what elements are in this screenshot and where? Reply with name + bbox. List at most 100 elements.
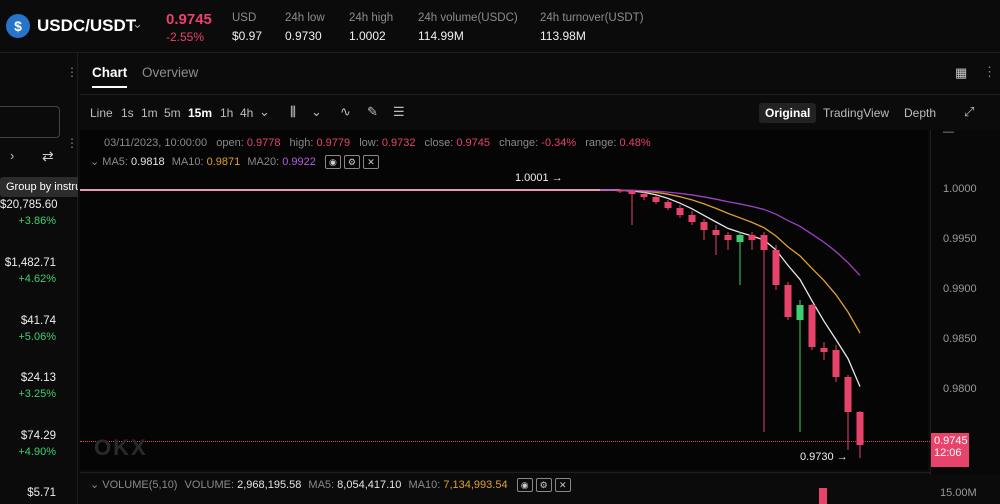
candle-body (688, 215, 696, 222)
ma10-line (599, 189, 861, 334)
change-value: -0.34% (541, 137, 577, 149)
stat-label-volume: 24h volume(USDC) (418, 12, 518, 24)
candlestick-type-icon[interactable]: ⫼ (290, 104, 296, 120)
price-axis[interactable] (930, 130, 1000, 475)
view-depth[interactable]: Depth (904, 106, 936, 120)
ma5-line (599, 189, 861, 387)
sidebar-change-1: +3.86% (18, 215, 56, 227)
chevron-down-icon[interactable]: ⌄ (259, 104, 270, 120)
current-price-value: 0.9745 (934, 435, 968, 447)
y-tick-label: 0.9950 (943, 233, 977, 245)
volume-ma5-label: MA5: (308, 479, 335, 491)
sidebar-price-4: $24.13 (20, 372, 56, 384)
grid-layout-icon[interactable]: ▦ (955, 65, 967, 81)
candle-body (748, 235, 756, 240)
stat-label-high: 24h high (349, 12, 394, 24)
settings-list-icon[interactable]: ☰ (393, 104, 405, 120)
stat-label-low: 24h low (285, 12, 325, 24)
interval-1m[interactable]: 1m (141, 106, 158, 120)
interval-1s[interactable]: 1s (121, 106, 134, 120)
tab-underline (92, 86, 127, 88)
sidebar-change-4: +3.25% (18, 388, 56, 400)
current-price-tag: 0.9745 12:06 (931, 433, 969, 467)
gear-icon[interactable]: ⚙ (535, 478, 552, 492)
candle-body (808, 305, 816, 347)
volume-value-label: VOLUME: (184, 479, 235, 491)
candle-body (820, 348, 828, 352)
interval-4h[interactable]: 4h (240, 106, 253, 120)
stat-label-usd: USD (232, 12, 257, 24)
low-label: low: (359, 137, 379, 149)
volume-info: ⌄ VOLUME(5,10) VOLUME: 2,968,195.58 MA5:… (90, 478, 571, 492)
sidebar-price-5: $74.29 (20, 430, 56, 442)
sidebar-change-2: +4.62% (18, 273, 56, 285)
high-label: high: (289, 137, 314, 149)
candle-countdown: 12:06 (934, 447, 962, 459)
sidebar-price-3: $41.74 (20, 315, 56, 327)
collapse-icon[interactable]: ⌄ (90, 479, 99, 491)
volume-label: VOLUME(5,10) (102, 479, 178, 491)
sidebar-change-5: +4.90% (18, 446, 56, 458)
candle-body (772, 250, 780, 285)
ohlc-time: 03/11/2023, 10:00:00 (104, 137, 208, 149)
refresh-icon[interactable]: ⇄ (42, 148, 54, 165)
volume-ma10-value: 7,134,993.54 (443, 479, 508, 491)
tab-overview[interactable]: Overview (142, 65, 198, 80)
drawing-tool-icon[interactable]: ✎ (367, 104, 378, 120)
candle-body (712, 230, 720, 235)
view-tradingview[interactable]: TradingView (823, 106, 889, 120)
usdc-coin-icon: $ (6, 14, 30, 38)
ticker-header: $ USDC/USDT ⌄ 0.9745 -2.55% USD $0.97 24… (0, 0, 1000, 53)
stat-value-high: 1.0002 (349, 29, 386, 43)
close-icon[interactable]: ✕ (554, 478, 571, 492)
pair-selector[interactable]: USDC/USDT (37, 16, 136, 36)
range-label: range: (585, 137, 617, 149)
interval-15m[interactable]: 15m (188, 106, 212, 120)
sidebar-change-3: +5.06% (18, 331, 56, 343)
more-icon[interactable]: ⋮ (983, 64, 996, 80)
candle-body (664, 202, 672, 208)
y-tick-label: 0.9800 (943, 383, 977, 395)
volume-ma10-label: MA10: (408, 479, 441, 491)
volume-ma5-value: 8,054,417.10 (337, 479, 402, 491)
candlestick-chart[interactable] (80, 160, 930, 470)
volume-bar (819, 488, 827, 504)
interval-line[interactable]: Line (90, 106, 113, 120)
candle-body (784, 285, 792, 317)
stat-value-volume: 114.99M (418, 29, 464, 43)
tab-chart[interactable]: Chart (92, 65, 127, 80)
candle-body (652, 197, 660, 202)
eye-icon[interactable]: ◉ (516, 478, 533, 492)
price-change: -2.55% (166, 30, 205, 44)
y-tick-label: 0.9900 (943, 283, 977, 295)
drag-handle-icon[interactable]: ⋮ (66, 136, 78, 150)
current-price-line (80, 441, 930, 442)
fullscreen-icon[interactable]: ⤢ (964, 104, 974, 120)
chevron-right-icon[interactable]: › (10, 148, 14, 163)
chevron-down-icon[interactable]: ⌄ (132, 16, 143, 32)
view-original[interactable]: Original (759, 103, 817, 123)
y-tick-label: 0.9850 (943, 333, 977, 345)
low-marker: 0.9730 → (800, 451, 848, 463)
stat-value-low: 0.9730 (285, 29, 322, 43)
chevron-down-icon[interactable]: ⌄ (311, 104, 322, 120)
indicator-icon[interactable]: ∿ (340, 104, 351, 120)
interval-1h[interactable]: 1h (220, 106, 233, 120)
drag-handle-icon[interactable]: ⋮ (66, 65, 78, 79)
stat-value-usd: $0.97 (232, 29, 263, 43)
close-value: 0.9745 (456, 137, 490, 149)
range-value: 0.48% (619, 137, 651, 149)
y-tick-top: — (943, 126, 954, 138)
interval-5m[interactable]: 5m (164, 106, 181, 120)
candle-body (700, 222, 708, 230)
candle-body (736, 235, 744, 242)
candle-body (844, 377, 852, 412)
ma20-line (599, 189, 861, 276)
divider (80, 472, 930, 473)
search-input[interactable] (0, 106, 60, 138)
change-label: change: (499, 137, 539, 149)
candle-body (832, 350, 840, 377)
open-label: open: (216, 137, 244, 149)
divider (80, 94, 1000, 95)
low-value: 0.9732 (381, 137, 416, 149)
